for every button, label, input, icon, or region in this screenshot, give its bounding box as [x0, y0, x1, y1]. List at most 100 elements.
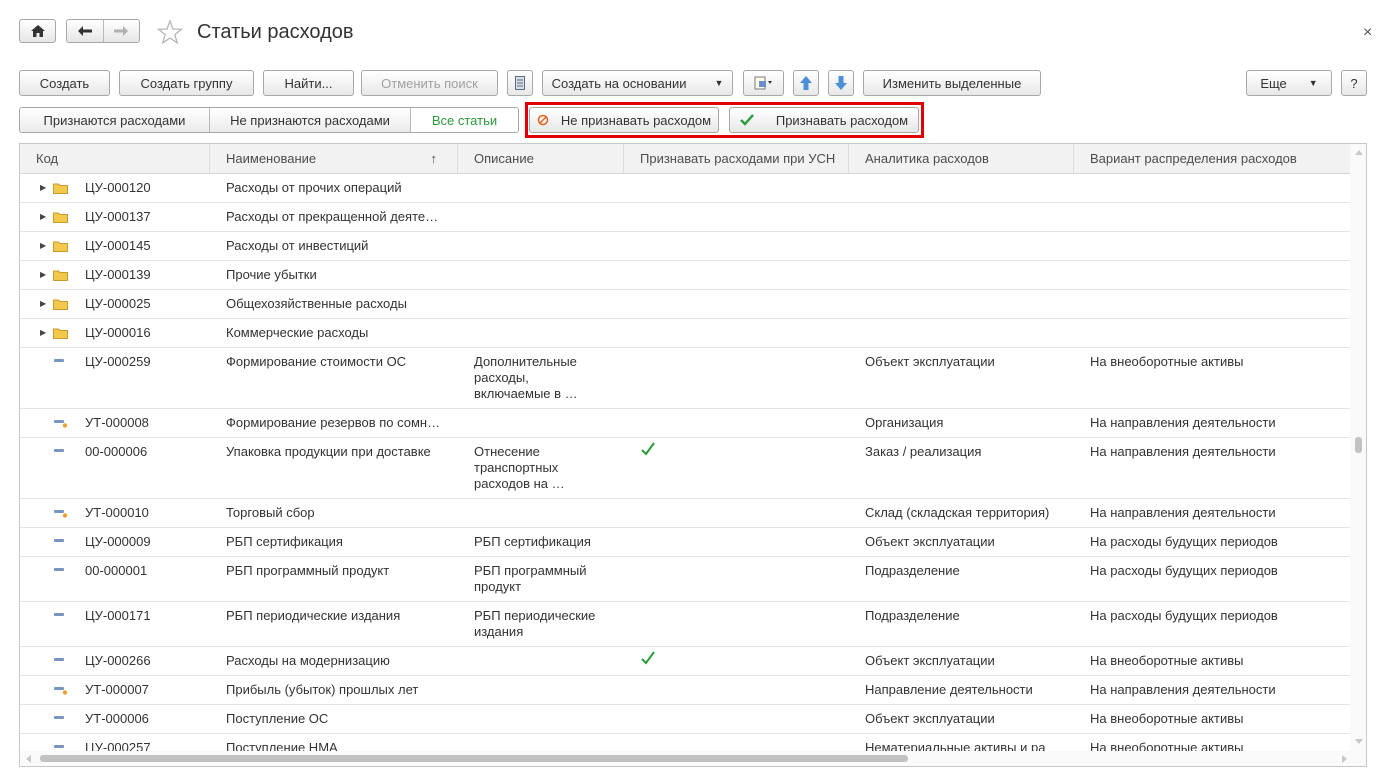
cell-name: Расходы от прекращенной деяте… — [226, 209, 439, 224]
list-icon — [515, 76, 525, 90]
more-label: Еще — [1260, 75, 1287, 91]
table-row-group[interactable]: ▶ ЦУ-000145 Расходы от инвестиций — [20, 232, 1350, 261]
filter-recognized[interactable]: Признаются расходами — [20, 108, 209, 132]
scroll-up-icon[interactable] — [1355, 150, 1363, 155]
cell-variant: На расходы будущих периодов — [1090, 534, 1278, 549]
expand-arrow-icon[interactable]: ▶ — [40, 270, 46, 279]
close-icon[interactable]: × — [1363, 24, 1372, 42]
move-up-button[interactable] — [793, 70, 819, 96]
cell-name: Поступление ОС — [226, 711, 329, 726]
cell-name: Формирование резервов по сомн… — [226, 415, 441, 430]
scroll-right-icon[interactable] — [1342, 755, 1347, 763]
cell-variant: На направления деятельности — [1090, 505, 1276, 520]
expand-arrow-icon[interactable]: ▶ — [40, 241, 46, 250]
table-row[interactable]: 00-000001 РБП программный продукт РБП прог… — [20, 557, 1350, 602]
vertical-scrollbar[interactable] — [1350, 144, 1366, 751]
horizontal-scroll-thumb[interactable] — [40, 755, 908, 762]
home-button[interactable] — [19, 19, 56, 43]
table-row[interactable]: ЦУ-000266 Расходы на модернизацию Объект э… — [20, 647, 1350, 676]
table-row-group[interactable]: ▶ ЦУ-000139 Прочие убытки — [20, 261, 1350, 290]
cell-description: Отнесение транспортных расходов на … — [474, 444, 565, 491]
cell-name: Прибыль (убыток) прошлых лет — [226, 682, 419, 697]
cell-description: РБП сертификация — [474, 534, 591, 549]
table-row[interactable]: ЦУ-000009 РБП сертификация РБП сертификаци… — [20, 528, 1350, 557]
more-dropdown[interactable]: Еще ▼ — [1246, 70, 1332, 96]
find-button[interactable]: Найти... — [263, 70, 354, 96]
folder-icon — [53, 212, 68, 223]
cell-code: ЦУ-000139 — [85, 267, 151, 282]
create-based-on-dropdown[interactable]: Создать на основании ▼ — [542, 70, 733, 96]
table-row[interactable]: ЦУ-000259 Формирование стоимости ОС Дополн… — [20, 348, 1350, 409]
list-settings-button[interactable] — [507, 70, 533, 96]
home-icon — [30, 25, 45, 37]
item-icon — [54, 613, 64, 616]
cancel-search-button[interactable]: Отменить поиск — [361, 70, 498, 96]
cell-variant: На внеоборотные активы — [1090, 653, 1244, 668]
cell-variant: На расходы будущих периодов — [1090, 608, 1278, 623]
table-row[interactable]: УТ-000008 Формирование резервов по сомн… О… — [20, 409, 1350, 438]
item-icon — [54, 716, 64, 719]
expand-arrow-icon[interactable]: ▶ — [40, 299, 46, 308]
column-header-description[interactable]: Описание — [458, 144, 624, 174]
arrow-right-icon — [114, 26, 129, 36]
help-button[interactable]: ? — [1341, 70, 1367, 96]
cell-variant: На внеоборотные активы — [1090, 711, 1244, 726]
cell-code: ЦУ-000009 — [85, 534, 151, 549]
table-row[interactable]: УТ-000010 Торговый сбор Склад (складская т… — [20, 499, 1350, 528]
cell-description: РБП периодические издания — [474, 608, 596, 639]
cell-description: Дополнительные расходы, включаемые в … — [474, 354, 578, 401]
table-row[interactable]: 00-000006 Упаковка продукции при доставке… — [20, 438, 1350, 499]
table-row-group[interactable]: ▶ ЦУ-000025 Общехозяйственные расходы — [20, 290, 1350, 319]
cell-analytics: Заказ / реализация — [865, 444, 982, 459]
expand-arrow-icon[interactable]: ▶ — [40, 183, 46, 192]
folder-icon — [53, 270, 68, 281]
cell-code: 00-000001 — [85, 563, 148, 578]
do-not-recognize-button[interactable]: Не признавать расходом — [529, 107, 719, 133]
column-header-code[interactable]: Код — [20, 144, 210, 174]
print-document-icon — [754, 76, 772, 90]
filter-segmented-control: Признаются расходами Не признаются расхо… — [19, 107, 519, 133]
expand-arrow-icon[interactable]: ▶ — [40, 212, 46, 221]
page-title: Статьи расходов — [197, 21, 354, 43]
recognize-button[interactable]: Признавать расходом — [729, 107, 919, 133]
cell-code: УТ-000010 — [85, 505, 149, 520]
column-header-name[interactable]: Наименование ↑ — [210, 144, 458, 174]
column-header-variant[interactable]: Вариант распределения расходов — [1074, 144, 1350, 174]
cell-name: Расходы от прочих операций — [226, 180, 402, 195]
cell-variant: На расходы будущих периодов — [1090, 563, 1278, 578]
item-icon — [54, 359, 64, 362]
move-down-button[interactable] — [828, 70, 854, 96]
table-row[interactable]: ЦУ-000171 РБП периодические издания РБП пе… — [20, 602, 1350, 647]
cell-code: ЦУ-000171 — [85, 608, 151, 623]
filter-not-recognized[interactable]: Не признаются расходами — [209, 108, 410, 132]
filter-all[interactable]: Все статьи — [410, 108, 518, 132]
cell-code: 00-000006 — [85, 444, 148, 459]
horizontal-scrollbar[interactable] — [20, 751, 1366, 766]
table-row-group[interactable]: ▶ ЦУ-000120 Расходы от прочих операций — [20, 174, 1350, 203]
print-dropdown[interactable] — [743, 70, 784, 96]
column-header-usn[interactable]: Признавать расходами при УСН — [624, 144, 849, 174]
table-row[interactable]: УТ-000006 Поступление ОС Объект эксплуатац… — [20, 705, 1350, 734]
expand-arrow-icon[interactable]: ▶ — [40, 328, 46, 337]
cell-analytics: Организация — [865, 415, 944, 430]
create-group-button[interactable]: Создать группу — [119, 70, 254, 96]
column-header-analytics[interactable]: Аналитика расходов — [849, 144, 1074, 174]
item-icon — [54, 568, 64, 571]
change-selected-button[interactable]: Изменить выделенные — [863, 70, 1041, 96]
create-button[interactable]: Создать — [19, 70, 110, 96]
item-with-marker-icon — [54, 510, 68, 518]
cell-name: Расходы от инвестиций — [226, 238, 369, 253]
favorite-star-icon[interactable] — [157, 19, 183, 45]
vertical-scroll-thumb[interactable] — [1355, 437, 1362, 453]
table-row[interactable]: УТ-000007 Прибыль (убыток) прошлых лет Нап… — [20, 676, 1350, 705]
back-button[interactable] — [67, 20, 103, 42]
cell-code: ЦУ-000016 — [85, 325, 151, 340]
scroll-left-icon[interactable] — [26, 755, 31, 763]
scroll-down-icon[interactable] — [1355, 739, 1363, 744]
cell-analytics: Склад (складская территория) — [865, 505, 1050, 520]
item-icon — [54, 539, 64, 542]
table-row-group[interactable]: ▶ ЦУ-000137 Расходы от прекращенной деяте… — [20, 203, 1350, 232]
usn-checkmark-icon — [641, 442, 655, 456]
table-row-group[interactable]: ▶ ЦУ-000016 Коммерческие расходы — [20, 319, 1350, 348]
forward-button[interactable] — [102, 20, 140, 42]
